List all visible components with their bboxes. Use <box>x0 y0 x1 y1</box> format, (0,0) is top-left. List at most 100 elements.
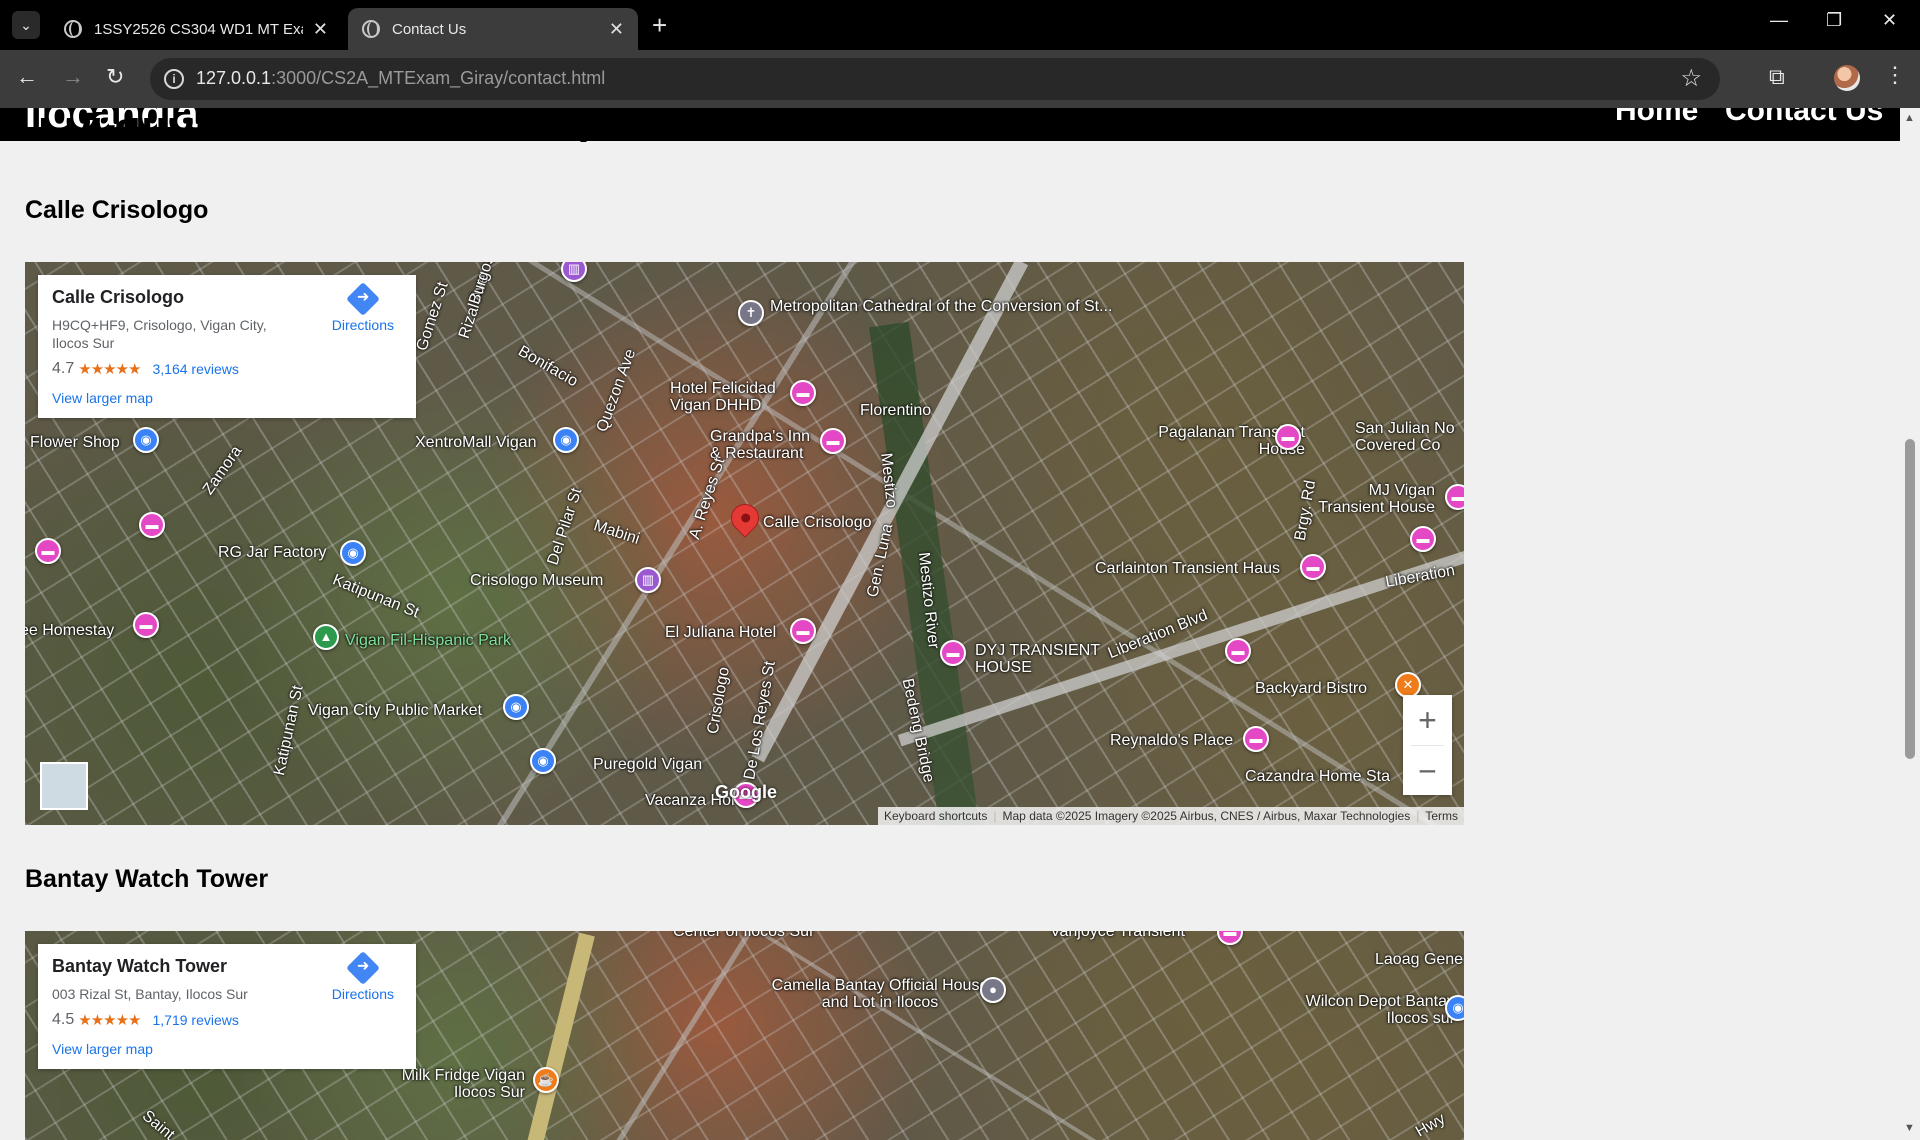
extensions-icon[interactable]: ⧉ <box>1769 64 1785 90</box>
map-label: Metropolitan Cathedral of the Conversion… <box>770 298 1113 315</box>
map-label: MJ Vigan Transient House <box>1318 482 1435 516</box>
scroll-down-arrow-icon[interactable]: ▼ <box>1904 1122 1915 1134</box>
map-label: Laoag Gene <box>1375 951 1464 968</box>
profile-avatar[interactable] <box>1834 65 1860 91</box>
tab-search-button[interactable]: ⌄ <box>12 11 40 39</box>
museum-icon[interactable]: ▥ <box>561 262 587 282</box>
place-address: 003 Rizal St, Bantay, Ilocos Sur <box>52 986 248 1002</box>
map-label: Flower Shop <box>30 434 120 451</box>
tab-exam[interactable]: 1SSY2526 CS304 WD1 MT Exam ✕ <box>50 8 342 50</box>
reload-icon[interactable]: ↻ <box>106 64 124 90</box>
bookmark-star-icon[interactable]: ☆ <box>1680 64 1702 93</box>
map-label: Bonifacio <box>515 342 581 391</box>
place-icon[interactable]: ● <box>980 977 1006 1003</box>
hotel-icon[interactable]: ▬ <box>139 512 165 538</box>
hotel-icon[interactable]: ▬ <box>1445 484 1464 510</box>
hotel-icon[interactable]: ▬ <box>1243 726 1269 752</box>
star-rating-icon: ★★★★★ <box>78 1012 141 1029</box>
map-label: Florentino <box>860 402 932 419</box>
hotel-icon[interactable]: ▬ <box>820 428 846 454</box>
shop-icon[interactable]: ◉ <box>1445 995 1464 1021</box>
hotel-icon[interactable]: ▬ <box>790 380 816 406</box>
map-label: Camella Bantay Official House and Lot in… <box>771 977 989 1011</box>
church-icon[interactable]: ✝ <box>738 300 764 326</box>
cafe-icon[interactable]: ☕ <box>533 1067 559 1093</box>
view-larger-map-link[interactable]: View larger map <box>52 390 402 406</box>
map-label: Center of Ilocos Sur <box>673 931 815 940</box>
map-calle-crisologo[interactable]: Metropolitan Cathedral of the Conversion… <box>25 262 1464 825</box>
shop-icon[interactable]: ◉ <box>530 748 556 774</box>
map-data-text: Map data ©2025 Imagery ©2025 Airbus, CNE… <box>1002 809 1411 823</box>
forward-icon[interactable]: → <box>62 64 84 90</box>
map-label: Carlainton Transient Haus <box>1095 560 1280 577</box>
zoom-in-button[interactable]: + <box>1403 695 1452 745</box>
hotel-icon[interactable]: ▬ <box>1217 931 1243 945</box>
address-bar[interactable]: i 127.0.0.1:3000/CS2A_MTExam_Giray/conta… <box>150 58 1720 100</box>
page-scrollbar[interactable]: ▲ ▼ <box>1900 108 1920 1140</box>
close-icon[interactable]: ✕ <box>313 19 328 40</box>
map-label: Grandpa's Inn & Restaurant <box>710 428 811 462</box>
map-label: Saint <box>138 1107 178 1140</box>
museum-icon[interactable]: ▥ <box>635 567 661 593</box>
restore-button[interactable]: ❐ <box>1826 10 1842 31</box>
map-label: Quezon Ave <box>593 346 640 435</box>
scroll-up-arrow-icon[interactable]: ▲ <box>1904 112 1915 124</box>
scrollbar-thumb[interactable] <box>1905 439 1915 759</box>
map-label: Milk Fridge Vigan Ilocos Sur <box>401 1067 525 1101</box>
map-label: Zamora <box>199 443 246 498</box>
map-label: Crisologo Museum <box>470 572 604 589</box>
menu-kebab-icon[interactable]: ⋮ <box>1884 62 1906 88</box>
page-viewport: Ilocandia Home Contact Us Locations of t… <box>0 108 1920 1140</box>
url-text[interactable]: 127.0.0.1:3000/CS2A_MTExam_Giray/contact… <box>196 68 605 89</box>
shop-icon[interactable]: ◉ <box>340 540 366 566</box>
minimize-button[interactable]: — <box>1770 10 1788 31</box>
map-label: DYJ TRANSIENT HOUSE <box>975 642 1100 676</box>
hotel-icon[interactable]: ▬ <box>1300 554 1326 580</box>
map-bantay-watch-tower[interactable]: Center of Ilocos Sur Vanjoyce Transient … <box>25 931 1464 1140</box>
reviews-link[interactable]: 3,164 reviews <box>153 361 239 377</box>
road <box>521 932 595 1140</box>
keyboard-shortcuts-link[interactable]: Keyboard shortcuts <box>878 809 993 823</box>
hotel-icon[interactable]: ▬ <box>1410 526 1436 552</box>
map-label: RG Jar Factory <box>218 544 327 561</box>
tab-contact-us[interactable]: Contact Us ✕ <box>348 8 638 50</box>
view-larger-map-link[interactable]: View larger map <box>52 1041 402 1057</box>
map-label: Calle Crisologo <box>763 514 872 531</box>
map-label: Vigan City Public Market <box>308 702 482 719</box>
shop-icon[interactable]: ◉ <box>503 694 529 720</box>
hotel-icon[interactable]: ▬ <box>35 538 61 564</box>
zoom-out-button[interactable]: − <box>1403 746 1452 796</box>
close-window-button[interactable]: ✕ <box>1882 10 1897 31</box>
hotel-icon[interactable]: ▬ <box>133 612 159 638</box>
hotel-icon[interactable]: ▬ <box>790 618 816 644</box>
globe-icon <box>64 20 82 38</box>
directions-button[interactable]: Directions <box>332 282 394 333</box>
map-label: San Julian No Covered Co <box>1355 420 1455 454</box>
info-icon[interactable]: i <box>164 69 184 89</box>
new-tab-button[interactable]: + <box>652 10 667 41</box>
place-card: Calle Crisologo H9CQ+HF9, Crisologo, Vig… <box>38 275 416 418</box>
hotel-icon[interactable]: ▬ <box>1225 638 1251 664</box>
reviews-link[interactable]: 1,719 reviews <box>153 1012 239 1028</box>
map-type-toggle[interactable] <box>40 762 88 810</box>
hotel-icon[interactable]: ▬ <box>1275 424 1301 450</box>
map-label: Katipunan St <box>330 571 422 622</box>
section-title-calle-crisologo: Calle Crisologo <box>25 196 209 224</box>
nav-contact-us[interactable]: Contact Us <box>1725 108 1883 128</box>
terms-link[interactable]: Terms <box>1419 809 1464 823</box>
map-label: Backyard Bistro <box>1255 680 1368 697</box>
shop-icon[interactable]: ◉ <box>553 427 579 453</box>
directions-button[interactable]: Directions <box>331 951 394 1002</box>
location-pin-icon[interactable] <box>725 498 765 538</box>
rating-value: 4.7 <box>52 360 75 377</box>
map-attribution: Keyboard shortcuts | Map data ©2025 Imag… <box>878 807 1464 825</box>
globe-icon <box>362 20 380 38</box>
back-icon[interactable]: ← <box>16 64 38 90</box>
hotel-icon[interactable]: ▬ <box>940 640 966 666</box>
park-icon[interactable]: ▲ <box>313 624 339 650</box>
close-icon[interactable]: ✕ <box>609 19 624 40</box>
directions-label: Directions <box>331 986 394 1002</box>
nav-home[interactable]: Home <box>1615 108 1698 128</box>
map-label: Hotel Felicidad Vigan DHHD <box>670 380 776 414</box>
shop-icon[interactable]: ◉ <box>133 427 159 453</box>
